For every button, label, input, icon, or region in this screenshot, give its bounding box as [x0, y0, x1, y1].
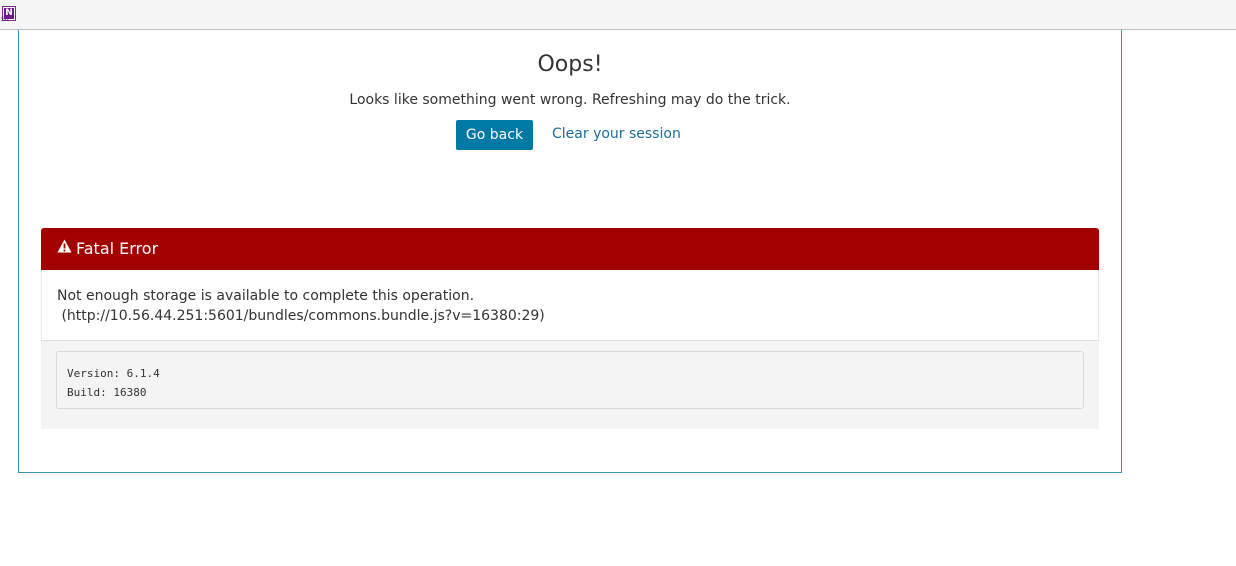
fatal-error-header: Fatal Error	[41, 228, 1099, 270]
page-title: Oops!	[537, 52, 603, 77]
fatal-error-body: Not enough storage is available to compl…	[41, 270, 1099, 340]
browser-top-bar: N S6	[0, 0, 1236, 30]
warning-triangle-icon	[57, 227, 72, 269]
error-page-frame: Oops! Looks like something went wrong. R…	[18, 30, 1122, 473]
fatal-error-title: Fatal Error	[76, 239, 159, 258]
go-back-button[interactable]: Go back	[456, 120, 533, 150]
page-subtitle: Looks like something went wrong. Refresh…	[349, 92, 791, 108]
fatal-error-footer: Version: 6.1.4 Build: 16380	[41, 340, 1099, 429]
onenote-sub-label: S6	[1, 16, 9, 23]
build-line: Build: 16380	[67, 386, 147, 399]
error-source: (http://10.56.44.251:5601/bundles/common…	[57, 308, 545, 324]
clear-session-link[interactable]: Clear your session	[552, 126, 681, 142]
error-message: Not enough storage is available to compl…	[57, 288, 475, 304]
onenote-icon[interactable]: N S6	[1, 6, 16, 23]
version-line: Version: 6.1.4	[67, 367, 160, 380]
version-info-box: Version: 6.1.4 Build: 16380	[56, 351, 1084, 409]
